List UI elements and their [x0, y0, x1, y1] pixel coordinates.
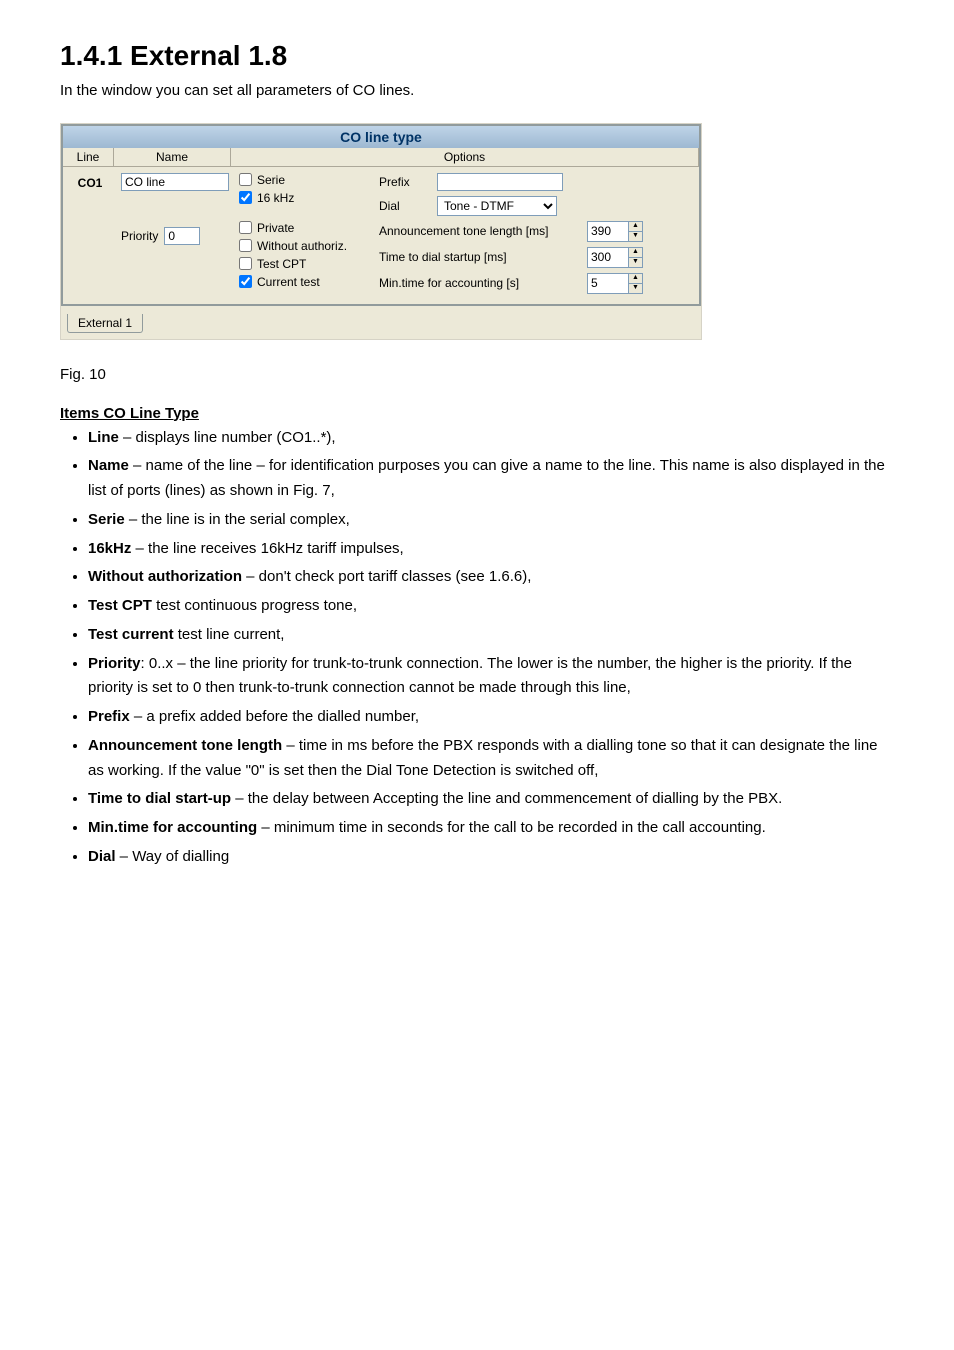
panel-title: CO line type [61, 124, 701, 148]
spin-down-icon[interactable]: ▼ [629, 284, 642, 293]
label-serie: Serie [257, 173, 285, 187]
list-item: Test CPT test continuous progress tone, [88, 594, 894, 619]
dial-select[interactable]: Tone - DTMF [437, 196, 557, 216]
min-accounting-label: Min.time for accounting [s] [379, 276, 579, 290]
col-header-name: Name [114, 148, 231, 167]
spin-up-icon[interactable]: ▲ [629, 248, 642, 258]
items-list: Line – displays line number (CO1..*), Nam… [60, 426, 894, 870]
page-title: 1.4.1 External 1.8 [60, 40, 894, 72]
priority-input[interactable] [164, 227, 200, 245]
checkbox-without-authoriz[interactable] [239, 239, 252, 252]
col-header-options: Options [231, 148, 699, 167]
figure-caption: Fig. 10 [60, 366, 894, 383]
list-item: Time to dial start-up – the delay betwee… [88, 787, 894, 812]
list-item: Line – displays line number (CO1..*), [88, 426, 894, 451]
prefix-label: Prefix [379, 175, 429, 189]
list-item: Prefix – a prefix added before the diall… [88, 705, 894, 730]
prefix-input[interactable] [437, 173, 563, 191]
checkbox-current-test[interactable] [239, 275, 252, 288]
list-item: Dial – Way of dialling [88, 845, 894, 870]
tab-external-1[interactable]: External 1 [67, 314, 143, 333]
label-current-test: Current test [257, 275, 320, 289]
dial-label: Dial [379, 199, 429, 213]
checkbox-private[interactable] [239, 221, 252, 234]
intro-text: In the window you can set all parameters… [60, 80, 894, 103]
min-accounting-input[interactable] [587, 273, 628, 294]
list-item: Name – name of the line – for identifica… [88, 454, 894, 504]
items-heading: Items CO Line Type [60, 405, 894, 422]
label-without-authoriz: Without authoriz. [257, 239, 347, 253]
list-item: Priority: 0..x – the line priority for t… [88, 652, 894, 702]
label-private: Private [257, 221, 294, 235]
col-header-line: Line [63, 148, 114, 167]
spin-up-icon[interactable]: ▲ [629, 222, 642, 232]
line-id: CO1 [69, 173, 111, 294]
list-item: 16kHz – the line receives 16kHz tariff i… [88, 537, 894, 562]
list-item: Announcement tone length – time in ms be… [88, 734, 894, 784]
list-item: Serie – the line is in the serial comple… [88, 508, 894, 533]
list-item: Without authorization – don't check port… [88, 565, 894, 590]
dial-startup-label: Time to dial startup [ms] [379, 250, 579, 264]
priority-label: Priority [121, 229, 158, 243]
spin-down-icon[interactable]: ▼ [629, 258, 642, 267]
name-input[interactable] [121, 173, 229, 191]
co-line-panel: CO line type Line Name Options CO1 Prior… [60, 123, 702, 340]
announcement-length-input[interactable] [587, 221, 628, 242]
announcement-length-label: Announcement tone length [ms] [379, 224, 579, 238]
spin-down-icon[interactable]: ▼ [629, 232, 642, 241]
checkbox-16khz[interactable] [239, 191, 252, 204]
label-16khz: 16 kHz [257, 191, 294, 205]
list-item: Test current test line current, [88, 623, 894, 648]
spin-up-icon[interactable]: ▲ [629, 274, 642, 284]
label-test-cpt: Test CPT [257, 257, 306, 271]
checkbox-serie[interactable] [239, 173, 252, 186]
list-item: Min.time for accounting – minimum time i… [88, 816, 894, 841]
checkbox-test-cpt[interactable] [239, 257, 252, 270]
dial-startup-input[interactable] [587, 247, 628, 268]
